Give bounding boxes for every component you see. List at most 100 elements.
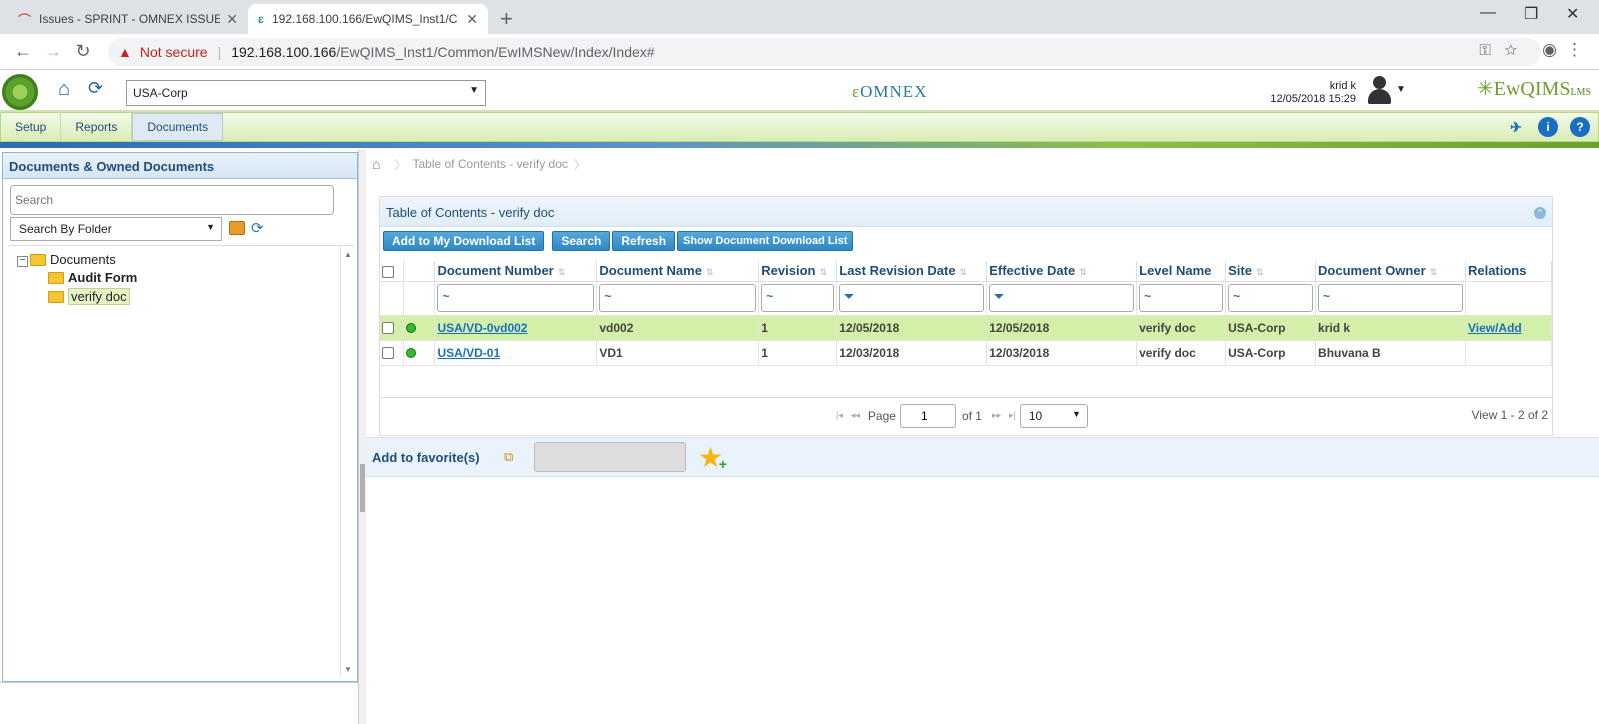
next-page-icon[interactable]: ▸▸ — [992, 410, 1001, 421]
url-field[interactable]: ▲ Not secure | 192.168.100.166/EwQIMS_In… — [108, 38, 1541, 66]
favorite-name-field[interactable] — [534, 442, 686, 472]
menu-icon[interactable]: ⋮ — [1566, 40, 1583, 60]
column-header-site[interactable]: Site ⇅ — [1225, 261, 1317, 282]
column-header-relations: Relations — [1465, 261, 1553, 282]
tree-scrollbar[interactable]: ▲ ▼ — [340, 246, 354, 678]
revision-cell: 1 — [758, 315, 838, 341]
profile-icon[interactable]: ◉ — [1542, 40, 1557, 60]
hierarchy-icon[interactable]: ⧉ — [504, 449, 520, 465]
url-host: 192.168.100.166 — [231, 44, 337, 60]
row-checkbox[interactable] — [382, 322, 394, 335]
new-tab-button[interactable]: + — [500, 6, 513, 32]
relations-cell — [1465, 340, 1553, 366]
back-icon[interactable]: ← — [8, 41, 38, 62]
menu-item-reports[interactable]: Reports — [61, 113, 133, 141]
breadcrumb-arrow-icon: 〉 — [573, 157, 586, 172]
home-icon[interactable]: ⌂ — [372, 156, 380, 172]
document-owner-cell: krid k — [1315, 315, 1466, 341]
splitter-grip[interactable] — [360, 464, 365, 512]
sync-icon[interactable]: ⟳ — [251, 219, 264, 237]
first-page-icon[interactable]: |◂ — [836, 410, 843, 421]
document-name-cell: VD1 — [596, 340, 760, 366]
menu-item-setup[interactable]: Setup — [1, 113, 62, 141]
table-row[interactable]: USA/VD-0vd002 vd002 1 12/05/2018 12/05/2… — [380, 315, 1553, 341]
app-logo-icon[interactable] — [2, 74, 38, 110]
filter-input-document-owner[interactable]: ~ — [1318, 284, 1463, 312]
browser-tab-bar: ⌒ Issues - SPRINT - OMNEX ISSUE T ✕ ɛ 19… — [0, 0, 1599, 34]
key-and-star-icons[interactable]: ⚿☆ — [1479, 42, 1531, 59]
breadcrumb-item[interactable]: Table of Contents - verify doc — [412, 157, 567, 171]
folder-icon[interactable] — [229, 221, 245, 235]
refresh-button[interactable]: Refresh — [612, 231, 676, 251]
document-owner-cell: Bhuvana B — [1315, 340, 1466, 366]
filter-input-site[interactable]: ~ — [1228, 284, 1314, 312]
filter-input-revision[interactable]: ~ — [761, 284, 835, 312]
page-number-input[interactable] — [899, 403, 956, 428]
site-select[interactable]: USA-Corp ▼ — [126, 80, 486, 106]
column-header-effective-date[interactable]: Effective Date ⇅ — [986, 261, 1138, 282]
tree-node-label: Documents — [50, 252, 116, 267]
collapse-icon[interactable]: − — [17, 256, 28, 267]
column-header-level-name[interactable]: Level Name — [1136, 261, 1227, 282]
search-input[interactable] — [10, 185, 334, 215]
scroll-down-icon[interactable]: ▼ — [344, 665, 352, 674]
table-row[interactable]: USA/VD-01 VD1 1 12/03/2018 12/03/2018 ve… — [380, 340, 1553, 366]
filter-input-level-name[interactable]: ~ — [1139, 284, 1224, 312]
home-icon[interactable]: ⌂ — [58, 78, 80, 100]
close-icon[interactable]: ✕ — [226, 11, 238, 28]
panel-splitter[interactable] — [358, 150, 366, 724]
browser-tab-ewqims[interactable]: ɛ 192.168.100.166/EwQIMS_Inst1/C ✕ — [248, 4, 488, 34]
filter-input-effective-date[interactable]: ⏷ — [989, 284, 1135, 312]
status-header — [403, 261, 436, 282]
browser-tab-issues[interactable]: ⌒ Issues - SPRINT - OMNEX ISSUE T ✕ — [8, 4, 248, 34]
main-content: ⌂ 〉 Table of Contents - verify doc 〉 Tab… — [366, 150, 1599, 724]
tree-node-documents[interactable]: Documents — [30, 252, 116, 267]
info-icon[interactable]: i — [1538, 117, 1558, 137]
pin-icon[interactable]: ✈ — [1506, 117, 1526, 137]
reload-icon[interactable]: ↻ — [68, 41, 98, 62]
column-header-last-revision-date[interactable]: Last Revision Date ⇅ — [836, 261, 988, 282]
last-page-icon[interactable]: ▸| — [1009, 410, 1016, 421]
page-size-select[interactable]: 10 ▼ — [1019, 403, 1088, 428]
documents-panel: Documents & Owned Documents Search By Fo… — [2, 152, 358, 682]
column-header-document-name[interactable]: Document Name ⇅ — [596, 261, 760, 282]
row-checkbox[interactable] — [382, 347, 394, 360]
search-button[interactable]: Search — [552, 231, 611, 251]
select-all-checkbox[interactable] — [382, 265, 394, 278]
column-header-document-number[interactable]: Document Number ⇅ — [434, 261, 598, 282]
sort-icon: ⇅ — [1255, 267, 1264, 278]
column-header-revision[interactable]: Revision ⇅ — [758, 261, 838, 282]
chevron-down-icon[interactable]: ▼ — [1396, 84, 1406, 95]
filter-input-document-name[interactable]: ~ — [599, 284, 757, 312]
prev-page-icon[interactable]: ◂◂ — [851, 410, 860, 421]
filter-input-last-revision-date[interactable]: ⏷ — [839, 284, 985, 312]
chevron-down-icon: ▼ — [1071, 408, 1081, 419]
refresh-icon[interactable]: ⟳ — [88, 78, 110, 100]
document-number-link[interactable]: USA/VD-0vd002 — [437, 321, 527, 335]
relations-link[interactable]: View/Add — [1468, 321, 1522, 335]
search-by-select[interactable]: Search By Folder ▼ — [10, 217, 222, 241]
forward-icon[interactable]: → — [38, 41, 68, 62]
document-number-link[interactable]: USA/VD-01 — [437, 346, 500, 360]
filter-icon: ⏷ — [994, 289, 1004, 303]
restore-icon[interactable]: ❐ — [1524, 4, 1538, 24]
scroll-up-icon[interactable]: ▲ — [344, 250, 352, 259]
add-to-download-list-button[interactable]: Add to My Download List — [383, 231, 545, 251]
minimize-icon[interactable]: — — [1480, 4, 1496, 22]
close-icon[interactable]: ✕ — [466, 11, 478, 28]
window-close-icon[interactable]: ✕ — [1566, 4, 1579, 24]
status-dot-icon — [406, 348, 417, 359]
favorites-bar: Add to favorite(s) ⧉ ★ + — [366, 437, 1599, 477]
avatar[interactable] — [1364, 74, 1394, 104]
tree-node-audit-form[interactable]: Audit Form — [48, 270, 137, 285]
tree-node-verify-doc[interactable]: verify doc — [48, 288, 130, 305]
filter-input-document-number[interactable]: ~ — [437, 284, 595, 312]
user-info: krid k 12/05/2018 15:29 — [1262, 80, 1356, 106]
collapse-icon[interactable]: ⌃ — [1534, 207, 1546, 219]
column-header-document-owner[interactable]: Document Owner ⇅ — [1315, 261, 1466, 282]
menu-item-documents[interactable]: Documents — [132, 113, 224, 141]
help-icon[interactable]: ? — [1570, 117, 1590, 137]
add-favorite-star-icon[interactable]: ★ + — [698, 441, 727, 474]
search-by-value: Search By Folder — [19, 222, 112, 236]
show-download-list-button[interactable]: Show Document Download List — [677, 231, 854, 251]
